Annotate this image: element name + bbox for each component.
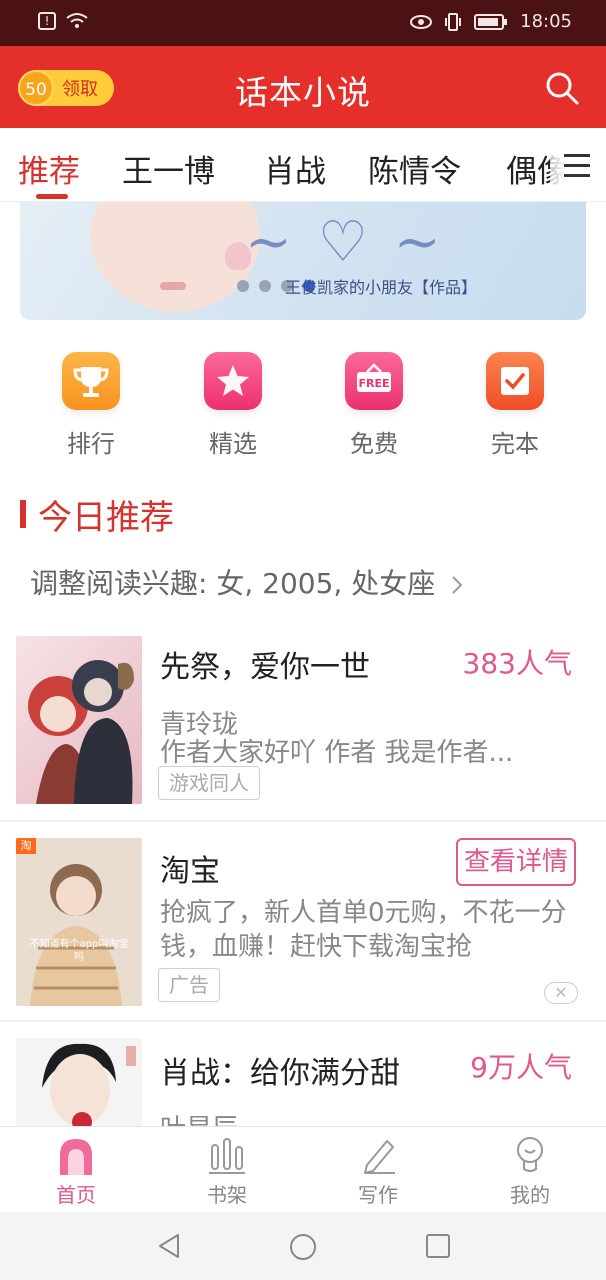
banner-title-art: ~ ♡ ~ xyxy=(245,210,445,275)
bottom-nav: 首页 书架 写作 我的 xyxy=(0,1126,606,1212)
app-title: 话本小说 xyxy=(235,73,371,112)
star-icon xyxy=(204,352,262,410)
bookshelf-icon xyxy=(208,1135,246,1175)
adjust-interest-link[interactable]: 调整阅读兴趣: 女, 2005, 处女座 xyxy=(30,562,464,602)
shortcut-label: 精选 xyxy=(209,430,257,458)
tab-chen-qing-ling[interactable]: 陈情令 xyxy=(368,146,461,191)
category-tabs: 推荐 王一博 肖战 陈情令 偶像 xyxy=(0,128,606,202)
battery-icon xyxy=(474,13,508,30)
book-cover xyxy=(16,636,142,804)
book-author: 叶星辰 xyxy=(160,1108,238,1126)
ad-title: 淘宝 xyxy=(160,854,220,889)
section-header: 今日推荐 xyxy=(20,494,174,538)
popularity-count: 383人气 xyxy=(462,647,572,680)
book-description: 作者大家好吖 作者 我是作者... xyxy=(160,738,514,768)
home-button-icon[interactable] xyxy=(288,1232,318,1262)
system-nav-bar xyxy=(0,1212,606,1280)
view-details-button[interactable]: 查看详情 xyxy=(455,838,576,886)
ad-description: 抢疯了，新人首单0元购，不花一分钱，血赚！赶快下载淘宝抢 xyxy=(160,898,567,962)
book-title: 先祭，爱你一世 xyxy=(160,650,370,685)
nav-profile[interactable]: 我的 xyxy=(480,1135,580,1208)
shortcut-featured[interactable]: 精选 xyxy=(183,352,283,459)
nav-label: 书架 xyxy=(207,1183,247,1207)
book-cover xyxy=(16,1038,142,1126)
shortcut-completed[interactable]: 完本 xyxy=(465,352,565,459)
pen-icon xyxy=(359,1135,397,1175)
wifi-icon xyxy=(66,13,88,28)
eye-icon xyxy=(410,14,433,29)
free-icon: FREE xyxy=(345,352,403,410)
carousel-dot[interactable] xyxy=(237,280,249,292)
svg-text:FREE: FREE xyxy=(358,377,389,390)
shortcut-label: 免费 xyxy=(350,430,398,458)
popularity-count: 9万人气 xyxy=(470,1051,572,1084)
app-bar: 50 领取 话本小说 xyxy=(0,46,606,128)
tab-xiao-zhan[interactable]: 肖战 xyxy=(264,146,326,191)
nav-label: 写作 xyxy=(358,1183,398,1207)
tab-recommend[interactable]: 推荐 xyxy=(18,146,80,191)
trophy-icon xyxy=(62,352,120,410)
tabs-menu-icon[interactable] xyxy=(550,128,606,201)
carousel-dot[interactable] xyxy=(259,280,271,292)
banner-carousel[interactable]: ~ ♡ ~ 王俊凯家的小朋友【作品】 xyxy=(20,202,586,320)
shortcut-ranking[interactable]: 排行 xyxy=(41,352,141,459)
check-icon xyxy=(486,352,544,410)
profile-icon xyxy=(511,1135,549,1175)
banner-credit: 王俊凯家的小朋友【作品】 xyxy=(285,278,478,297)
shortcut-label: 排行 xyxy=(67,430,115,458)
status-time: 18:05 xyxy=(520,11,572,32)
ad-tag: 广告 xyxy=(158,968,220,1002)
back-icon[interactable] xyxy=(156,1232,182,1260)
ad-cover-caption: 不知道有个app叫淘宝吗 xyxy=(29,939,129,963)
vibrate-icon xyxy=(445,12,462,31)
interest-text: 调整阅读兴趣: 女, 2005, 处女座 xyxy=(30,567,436,600)
shortcut-label: 完本 xyxy=(491,430,539,458)
search-icon[interactable] xyxy=(544,70,580,106)
tab-wang-yibo[interactable]: 王一博 xyxy=(122,146,215,191)
book-tag: 游戏同人 xyxy=(158,766,260,800)
nav-label: 我的 xyxy=(510,1183,550,1207)
shortcut-free[interactable]: FREE 免费 xyxy=(324,352,424,459)
active-tab-indicator xyxy=(36,194,68,199)
taobao-badge: 淘 xyxy=(20,839,32,852)
nav-home[interactable]: 首页 xyxy=(26,1135,126,1208)
home-icon xyxy=(57,1135,95,1175)
status-bar: ! 18:05 xyxy=(0,0,606,46)
recents-icon[interactable] xyxy=(424,1232,452,1260)
nav-write[interactable]: 写作 xyxy=(328,1135,428,1208)
sim-alert-icon: ! xyxy=(38,12,56,30)
ad-cover: 淘 不知道有个app叫淘宝吗 xyxy=(16,838,142,1006)
chevron-right-icon xyxy=(452,576,463,594)
section-title: 今日推荐 xyxy=(38,497,174,538)
nav-label: 首页 xyxy=(56,1183,96,1207)
close-ad-button[interactable]: ✕ xyxy=(544,982,578,1004)
shortcut-row: 排行 精选 FREE 免费 完本 xyxy=(0,352,606,462)
nav-bookshelf[interactable]: 书架 xyxy=(177,1135,277,1208)
book-title: 肖战：给你满分甜 xyxy=(160,1056,400,1091)
